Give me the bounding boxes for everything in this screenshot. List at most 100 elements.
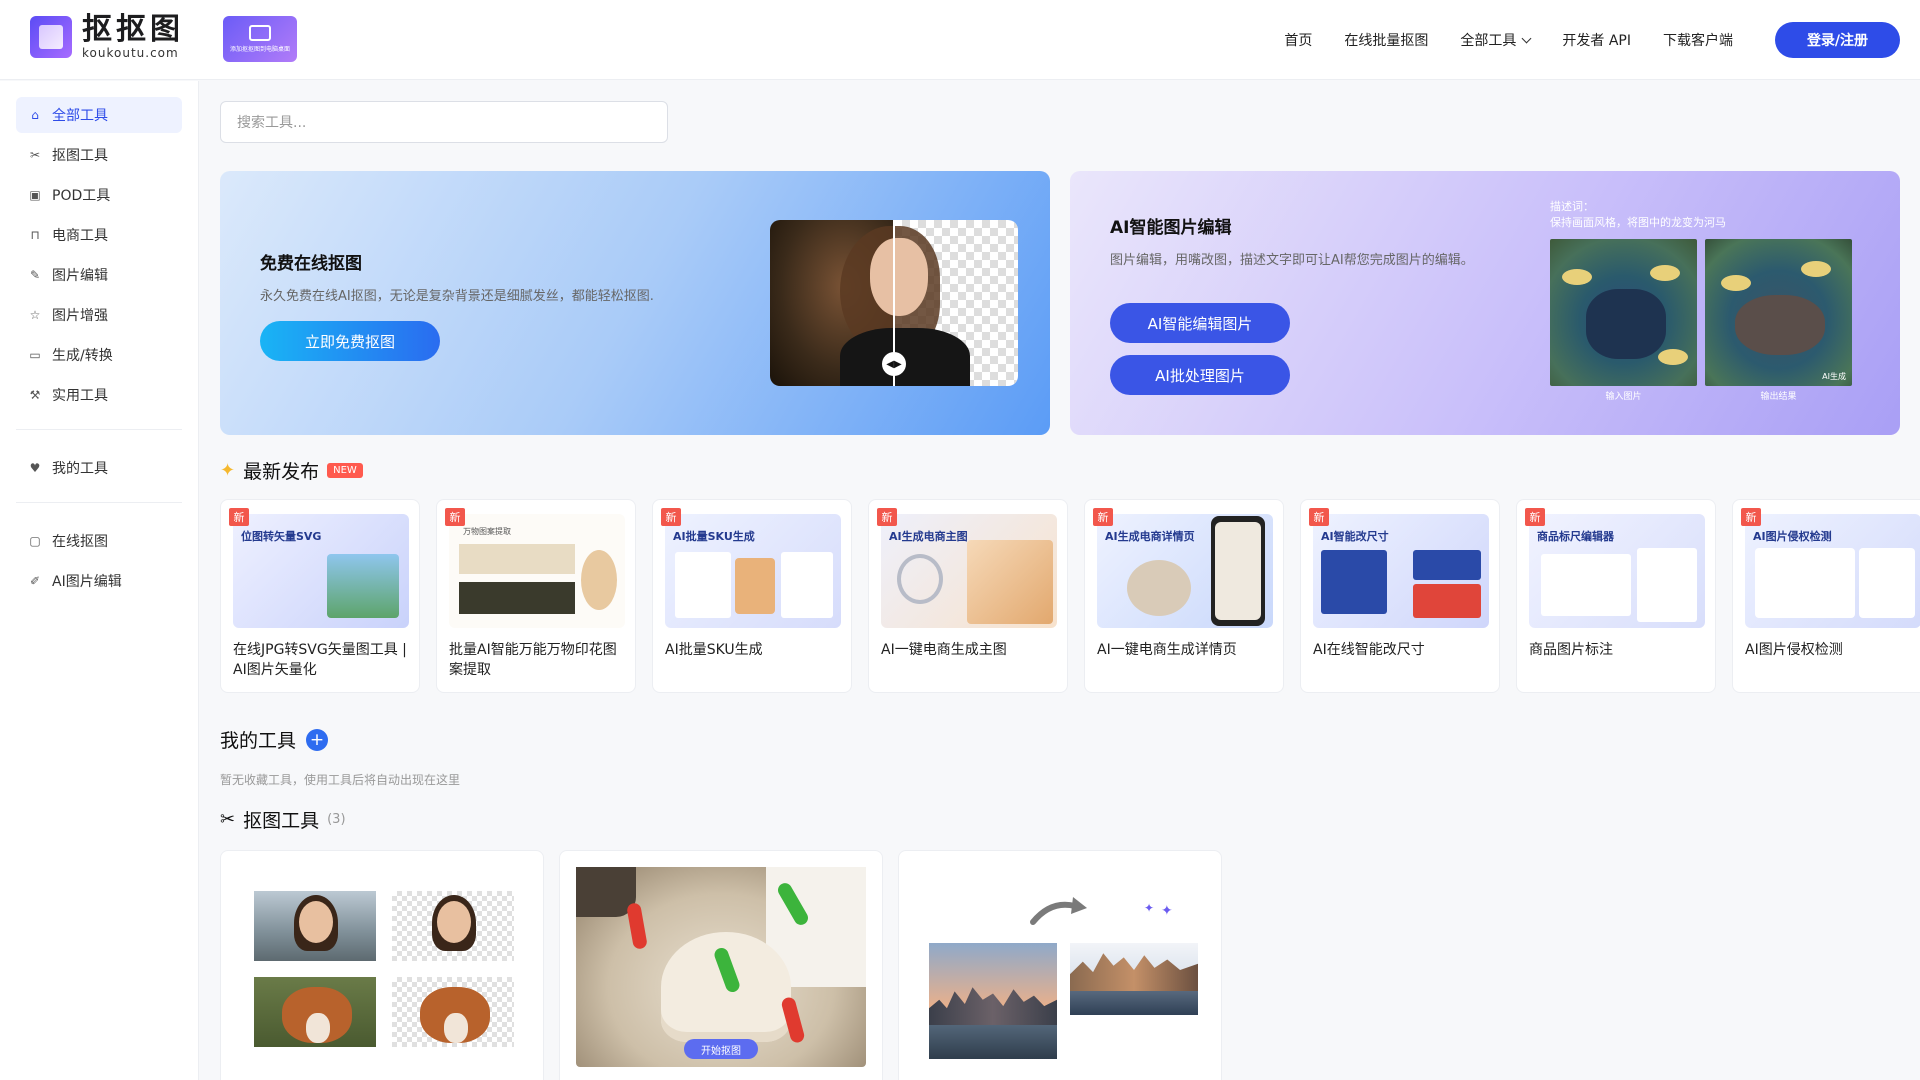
card-title: 商品图片标注 — [1529, 642, 1613, 658]
start-cutout-button[interactable]: 开始抠图 — [684, 1039, 758, 1059]
sidebar-item-generate-convert[interactable]: ▭ 生成/转换 — [16, 337, 182, 373]
tool-card[interactable]: 新 AI生成电商主图 AI一键电商生成主图 — [868, 499, 1068, 693]
input-caption: 输入图片 — [1605, 392, 1642, 402]
thumbnail-title: AI批量SKU生成 — [673, 530, 755, 543]
new-badge: 新 — [1525, 508, 1545, 526]
image-icon: ▢ — [29, 534, 41, 548]
banner-description: 永久免费在线AI抠图，无论是复杂背景还是细腻发丝，都能轻松抠图. — [260, 289, 654, 304]
sidebar-item-all-tools[interactable]: ⌂ 全部工具 — [16, 97, 182, 133]
card-title: AI一键电商生成详情页 — [1097, 642, 1237, 658]
ai-generated-watermark: AI生成 — [1822, 372, 1846, 381]
sidebar-item-online-cutout[interactable]: ▢ 在线抠图 — [16, 523, 182, 559]
login-button[interactable]: 登录/注册 — [1775, 22, 1900, 58]
top-header: 抠抠图 koukoutu.com 添加抠抠图到电脑桌面 首页 在线批量抠图 全部… — [0, 0, 1920, 80]
sidebar-item-ecommerce-tools[interactable]: ⊓ 电商工具 — [16, 217, 182, 253]
section-title: 我的工具 — [220, 730, 297, 752]
cutout-tool-card[interactable]: 开始抠图 — [559, 850, 883, 1080]
section-title: 抠图工具 — [243, 810, 320, 832]
thumbnail-title: 商品标尺编辑器 — [1537, 530, 1614, 543]
new-badge: 新 — [445, 508, 465, 526]
nav-batch-cutout[interactable]: 在线批量抠图 — [1344, 30, 1428, 50]
nav-home[interactable]: 首页 — [1284, 30, 1312, 50]
sidebar-item-label: 电商工具 — [52, 228, 108, 244]
sidebar-divider — [16, 502, 182, 503]
add-to-desktop-button[interactable]: 添加抠抠图到电脑桌面 — [223, 16, 297, 62]
my-tools-empty-text: 暂无收藏工具，使用工具后将自动出现在这里 — [220, 773, 461, 787]
thumbnail-title: 万物图案提取 — [463, 527, 511, 536]
sidebar-item-pod-tools[interactable]: ▣ POD工具 — [16, 177, 182, 213]
city-original-image — [929, 943, 1057, 1059]
sidebar-item-label: POD工具 — [52, 188, 111, 204]
thumbnail-title: AI生成电商主图 — [889, 530, 968, 543]
logo-domain: koukoutu.com — [82, 46, 179, 60]
monitor-icon: ▭ — [29, 348, 41, 362]
logo[interactable]: 抠抠图 koukoutu.com — [30, 14, 184, 60]
logo-title: 抠抠图 — [82, 12, 184, 47]
sidebar-item-image-enhance[interactable]: ☆ 图片增强 — [16, 297, 182, 333]
scissors-icon: ✂ — [29, 148, 41, 162]
new-badge: 新 — [1093, 508, 1113, 526]
tool-card[interactable]: 新 AI智能改尺寸 AI在线智能改尺寸 — [1300, 499, 1500, 693]
banner-title: AI智能图片编辑 — [1110, 218, 1232, 238]
star-icon: ☆ — [29, 308, 41, 322]
card-title: AI批量SKU生成 — [665, 642, 763, 658]
wrench-icon: ⚒ — [29, 388, 41, 402]
compare-slider-handle[interactable]: ◀▶ — [882, 352, 906, 376]
thumbnail-title: 位图转矢量SVG — [241, 530, 322, 543]
nav-download-client[interactable]: 下载客户端 — [1663, 30, 1733, 50]
prompt-text: 保持画面风格，将图中的龙变为河马 — [1550, 216, 1726, 229]
top-nav: 首页 在线批量抠图 全部工具 开发者 API 下载客户端 登录/注册 — [1284, 0, 1920, 80]
bag-icon: ⊓ — [30, 228, 40, 242]
tool-card[interactable]: 新 商品标尺编辑器 商品图片标注 — [1516, 499, 1716, 693]
desktop-badge-caption: 添加抠抠图到电脑桌面 — [229, 46, 290, 53]
card-title: AI一键电商生成主图 — [881, 642, 1007, 658]
card-thumbnail: 商品标尺编辑器 — [1529, 514, 1705, 628]
scissors-icon: ✂ — [220, 809, 236, 830]
tool-card[interactable]: 新 AI图片侵权检测 AI图片侵权检测 — [1732, 499, 1920, 693]
nav-developer-api[interactable]: 开发者 API — [1562, 30, 1631, 50]
city-result-image — [1070, 943, 1198, 1015]
thumbnail-title: AI图片侵权检测 — [1753, 530, 1832, 543]
nav-all-tools[interactable]: 全部工具 — [1460, 30, 1532, 50]
sidebar-item-label: 图片编辑 — [52, 268, 108, 284]
tool-card[interactable]: 新 位图转矢量SVG 在线JPG转SVG矢量图工具 | AI图片矢量化 — [220, 499, 420, 693]
heart-icon: ♥ — [29, 461, 41, 475]
edit-icon: ✐ — [29, 574, 41, 588]
card-thumbnail: AI图片侵权检测 — [1745, 514, 1920, 628]
box-icon: ▣ — [29, 188, 41, 202]
cutout-tool-card[interactable]: ✦ ✦ — [898, 850, 1222, 1080]
sidebar-item-label: 图片增强 — [52, 308, 108, 324]
latest-cards: 新 位图转矢量SVG 在线JPG转SVG矢量图工具 | AI图片矢量化 新 万物… — [220, 499, 1920, 693]
cutout-tool-card[interactable] — [220, 850, 544, 1080]
new-badge: 新 — [1309, 508, 1329, 526]
sidebar-item-label: 生成/转换 — [52, 348, 113, 364]
prompt-label: 描述词： — [1550, 200, 1594, 213]
free-cutout-banner: 免费在线抠图 永久免费在线AI抠图，无论是复杂背景还是细腻发丝，都能轻松抠图. … — [220, 171, 1050, 435]
tool-search-input[interactable]: 搜索工具... — [220, 101, 668, 143]
card-title: 在线JPG转SVG矢量图工具 | AI图片矢量化 — [233, 642, 407, 678]
latest-section-title: ✦ 最新发布 NEW — [220, 457, 363, 484]
free-cutout-button[interactable]: 立即免费抠图 — [260, 321, 440, 361]
sidebar-item-my-tools[interactable]: ♥ 我的工具 — [16, 450, 182, 486]
tool-card[interactable]: 新 AI生成电商详情页 AI一键电商生成详情页 — [1084, 499, 1284, 693]
sidebar-item-label: 抠图工具 — [52, 148, 108, 164]
sidebar-item-ai-image-edit[interactable]: ✐ AI图片编辑 — [16, 563, 182, 599]
my-tools-section-title: 我的工具 + — [220, 726, 329, 753]
sidebar-item-cutout-tools[interactable]: ✂ 抠图工具 — [16, 137, 182, 173]
new-badge: 新 — [877, 508, 897, 526]
home-icon: ⌂ — [31, 108, 39, 122]
card-thumbnail: AI生成电商详情页 — [1097, 514, 1273, 628]
thumbnail-title: AI生成电商详情页 — [1105, 530, 1195, 543]
ai-edit-image-button[interactable]: AI智能编辑图片 — [1110, 303, 1290, 343]
tool-card[interactable]: 新 万物图案提取 批量AI智能万能万物印花图案提取 — [436, 499, 636, 693]
new-badge: 新 — [229, 508, 249, 526]
section-title: 最新发布 — [243, 461, 320, 483]
sidebar-item-utility-tools[interactable]: ⚒ 实用工具 — [16, 377, 182, 413]
add-tool-button[interactable]: + — [306, 728, 329, 751]
card-title: AI在线智能改尺寸 — [1313, 642, 1425, 658]
ai-batch-image-button[interactable]: AI批处理图片 — [1110, 355, 1290, 395]
tool-card[interactable]: 新 AI批量SKU生成 AI批量SKU生成 — [652, 499, 852, 693]
sidebar-item-image-edit[interactable]: ✎ 图片编辑 — [16, 257, 182, 293]
card-thumbnail: AI智能改尺寸 — [1313, 514, 1489, 628]
sidebar-item-label: 我的工具 — [52, 461, 108, 477]
